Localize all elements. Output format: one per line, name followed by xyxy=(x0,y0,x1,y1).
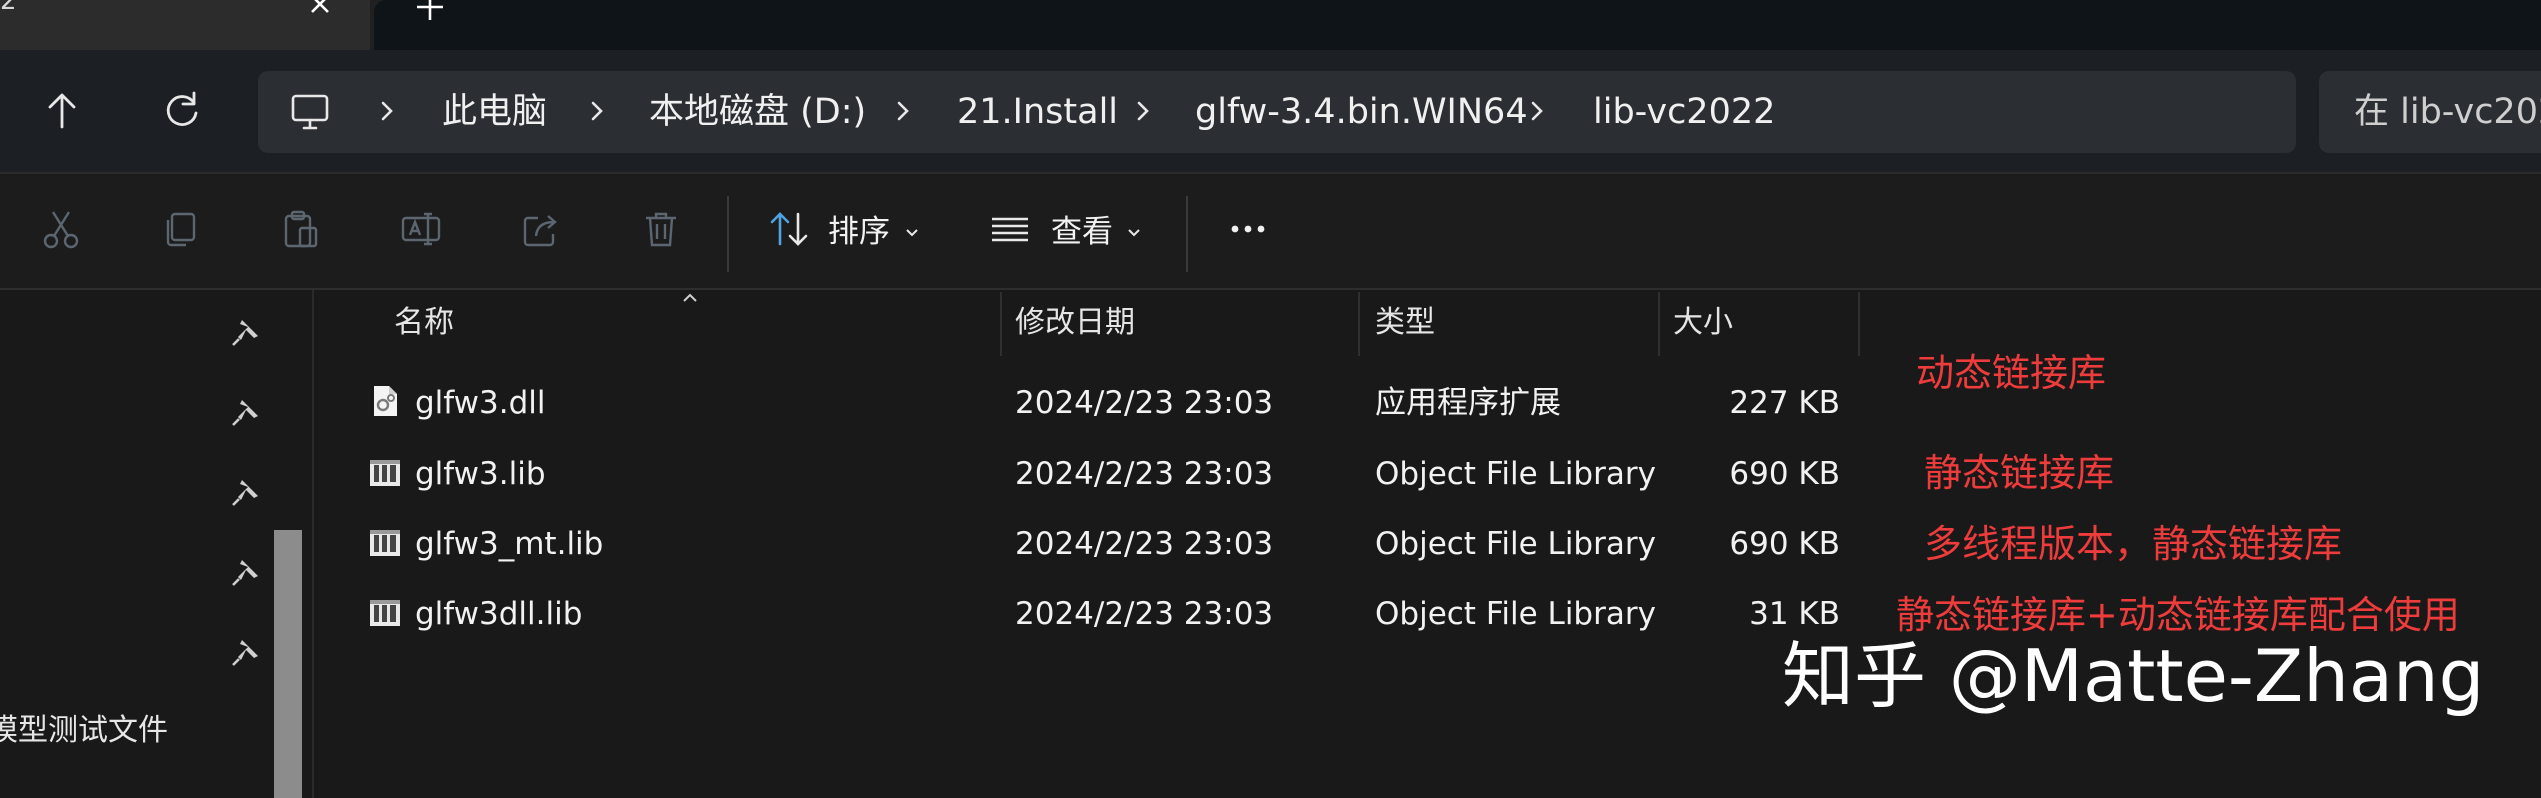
pin-icon[interactable] xyxy=(228,554,264,590)
paste-icon[interactable] xyxy=(278,206,324,252)
up-arrow-icon[interactable] xyxy=(32,81,92,141)
nav-item-label[interactable]: 模型测试文件 xyxy=(0,712,168,750)
lib-file-icon xyxy=(368,456,402,490)
pin-icon[interactable] xyxy=(228,474,264,510)
tab-strip xyxy=(374,0,2541,50)
file-type: 应用程序扩展 xyxy=(1375,385,1561,421)
column-header-type[interactable]: 类型 xyxy=(1375,304,1435,342)
file-type: Object File Library xyxy=(1375,596,1656,632)
dll-file-icon xyxy=(368,384,402,418)
column-header-name[interactable]: 名称 xyxy=(394,304,454,342)
chevron-right-icon[interactable] xyxy=(582,96,612,126)
watermark: 知乎 @Matte-Zhang xyxy=(1782,634,2485,718)
nav-scrollbar[interactable] xyxy=(274,530,302,798)
file-modified: 2024/2/23 23:03 xyxy=(1015,596,1274,632)
sort-caret-icon xyxy=(680,290,700,304)
lib-file-icon xyxy=(368,526,402,560)
file-size: 227 KB xyxy=(1729,385,1840,421)
chevron-right-icon[interactable] xyxy=(1128,96,1158,126)
chevron-right-icon[interactable] xyxy=(888,96,918,126)
file-modified: 2024/2/23 23:03 xyxy=(1015,385,1274,421)
rename-icon[interactable] xyxy=(398,206,444,252)
chevron-right-icon[interactable] xyxy=(1522,96,1552,126)
toolbar-separator xyxy=(1186,196,1188,272)
more-icon[interactable] xyxy=(1226,206,1272,252)
column-header-modified[interactable]: 修改日期 xyxy=(1015,304,1135,342)
file-type: Object File Library xyxy=(1375,526,1656,562)
breadcrumb-install[interactable]: 21.Install xyxy=(957,91,1118,133)
breadcrumb-this-pc[interactable]: 此电脑 xyxy=(442,91,547,133)
file-name[interactable]: glfw3dll.lib xyxy=(415,594,582,634)
file-size: 31 KB xyxy=(1749,596,1840,632)
close-icon[interactable] xyxy=(300,0,340,26)
pin-icon[interactable] xyxy=(228,634,264,670)
tab-title: 2 xyxy=(0,0,17,16)
chevron-right-icon[interactable] xyxy=(372,96,402,126)
breadcrumb-glfw[interactable]: glfw-3.4.bin.WIN64 xyxy=(1195,91,1528,133)
column-divider[interactable] xyxy=(1000,292,1002,356)
computer-icon[interactable] xyxy=(288,90,332,134)
pin-icon[interactable] xyxy=(228,394,264,430)
view-icon[interactable] xyxy=(988,206,1034,252)
toolbar-separator xyxy=(727,196,729,272)
new-tab-button[interactable] xyxy=(410,0,450,28)
cut-icon[interactable] xyxy=(38,206,84,252)
file-modified: 2024/2/23 23:03 xyxy=(1015,456,1274,492)
share-icon[interactable] xyxy=(518,206,564,252)
chevron-down-icon[interactable] xyxy=(902,222,922,242)
annotation-static-plus-dynamic: 静态链接库+动态链接库配合使用 xyxy=(1896,593,2460,637)
annotation-multithread-static: 多线程版本，静态链接库 xyxy=(1924,522,2343,566)
column-divider[interactable] xyxy=(1858,292,1860,356)
file-name[interactable]: glfw3_mt.lib xyxy=(415,524,603,564)
column-header-size[interactable]: 大小 xyxy=(1673,304,1733,342)
pin-icon[interactable] xyxy=(228,314,264,350)
sort-button[interactable]: 排序 xyxy=(828,212,890,252)
lib-file-icon xyxy=(368,596,402,630)
sort-icon[interactable] xyxy=(766,206,812,252)
column-divider[interactable] xyxy=(1658,292,1660,356)
file-modified: 2024/2/23 23:03 xyxy=(1015,526,1274,562)
file-size: 690 KB xyxy=(1729,526,1840,562)
annotation-static-library: 静态链接库 xyxy=(1924,451,2115,495)
file-type: Object File Library xyxy=(1375,456,1656,492)
search-placeholder: 在 lib-vc2022 xyxy=(2354,92,2541,132)
delete-icon[interactable] xyxy=(638,206,684,252)
annotation-dynamic-library: 动态链接库 xyxy=(1916,351,2107,395)
breadcrumb-drive-d[interactable]: 本地磁盘 (D:) xyxy=(649,91,866,133)
column-divider[interactable] xyxy=(1358,292,1360,356)
file-size: 690 KB xyxy=(1729,456,1840,492)
view-button[interactable]: 查看 xyxy=(1051,212,1113,252)
refresh-icon[interactable] xyxy=(152,81,212,141)
breadcrumb-lib-vc2022[interactable]: lib-vc2022 xyxy=(1593,91,1775,133)
file-name[interactable]: glfw3.dll xyxy=(415,383,546,423)
copy-icon[interactable] xyxy=(158,206,204,252)
chevron-down-icon[interactable] xyxy=(1124,222,1144,242)
file-name[interactable]: glfw3.lib xyxy=(415,454,546,494)
